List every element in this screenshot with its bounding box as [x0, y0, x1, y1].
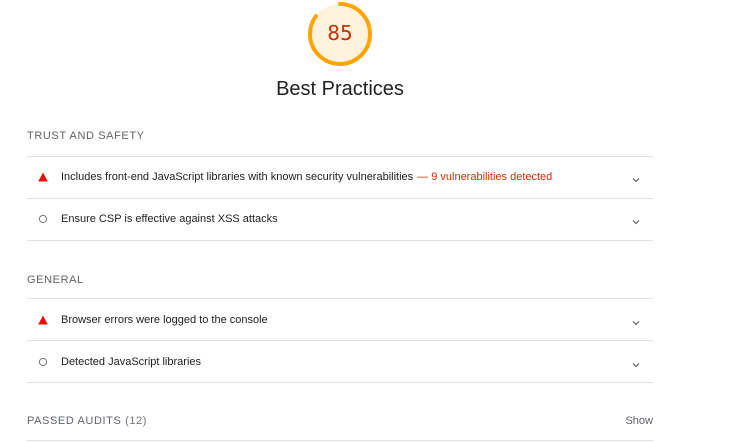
score-value: 85: [327, 21, 353, 45]
audit-display-value: — 9 vulnerabilities detected: [417, 171, 553, 183]
category-title: Best Practices: [276, 78, 404, 100]
show-passed-audits-button[interactable]: Show: [625, 414, 653, 428]
passed-audits-title[interactable]: Passed audits (12): [27, 414, 147, 428]
chevron-down-icon[interactable]: [631, 315, 641, 326]
passed-audits-label: Passed audits: [27, 415, 122, 427]
audit-title: Includes front-end JavaScript libraries …: [61, 171, 553, 183]
audit-browser-errors[interactable]: Browser errors were logged to the consol…: [27, 299, 653, 341]
chevron-down-icon[interactable]: [631, 357, 641, 368]
info-circle-icon: [38, 357, 48, 367]
group-title-general: General: [27, 274, 84, 286]
fail-triangle-icon: [38, 172, 48, 182]
group-title-trust-and-safety: Trust and Safety: [27, 130, 145, 142]
divider: [27, 240, 653, 241]
fail-triangle-icon: [38, 315, 48, 325]
audit-title: Ensure CSP is effective against XSS atta…: [61, 213, 278, 225]
audit-detected-libraries[interactable]: Detected JavaScript libraries: [27, 341, 653, 383]
audit-title: Browser errors were logged to the consol…: [61, 314, 268, 326]
chevron-down-icon[interactable]: [631, 172, 641, 183]
audit-csp-xss[interactable]: Ensure CSP is effective against XSS atta…: [27, 198, 653, 240]
audit-title: Detected JavaScript libraries: [61, 356, 202, 368]
audit-vulnerable-libraries[interactable]: Includes front-end JavaScript libraries …: [27, 156, 653, 198]
divider: [27, 382, 653, 383]
chevron-down-icon[interactable]: [631, 214, 641, 225]
passed-audits-count: (12): [125, 415, 148, 427]
divider: [27, 440, 653, 441]
score-gauge: 85: [306, 0, 374, 68]
info-circle-icon: [38, 214, 48, 224]
